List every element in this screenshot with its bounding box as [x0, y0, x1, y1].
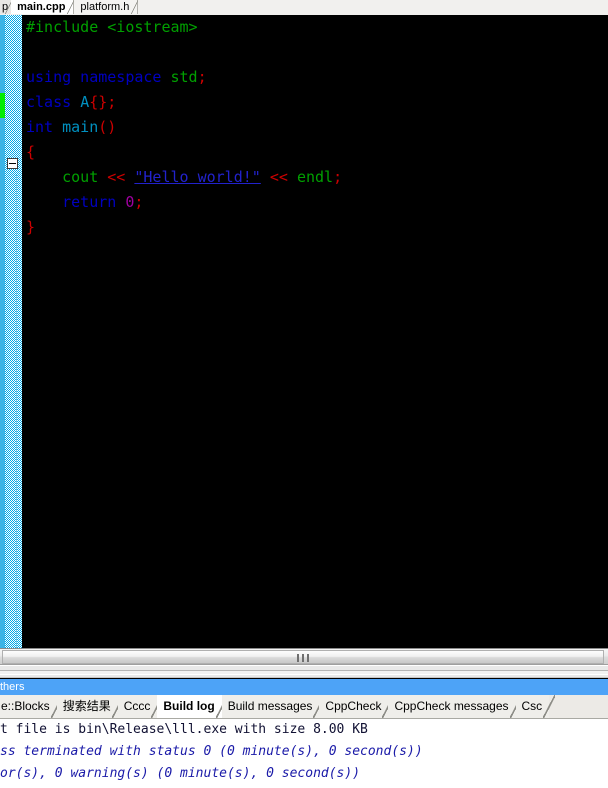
log-tab-6[interactable]: CppCheck messages: [388, 695, 522, 718]
log-tab-0[interactable]: e::Blocks: [0, 695, 63, 718]
gutter-fold-line: [16, 175, 17, 648]
build-log-line: or(s), 0 warning(s) (0 minute(s), 0 seco…: [0, 766, 361, 781]
log-tab-4[interactable]: Build messages: [221, 695, 326, 718]
editor-tab-platform-h[interactable]: platform.h: [74, 0, 139, 14]
code-token: }: [26, 218, 36, 236]
scrollbar-thumb[interactable]: [2, 650, 604, 664]
build-log-panel[interactable]: http://bl og. csdn. net/absudra t file i…: [0, 719, 608, 788]
code-token: {}: [89, 93, 108, 111]
editor-tab-p[interactable]: p: [0, 0, 13, 14]
code-token: main: [62, 118, 99, 136]
fold-collapse-icon[interactable]: [7, 158, 18, 169]
code-token: A: [80, 93, 90, 111]
editor-gutter-margin[interactable]: [5, 15, 22, 648]
code-line: class A{};: [22, 90, 608, 115]
build-log-lines: t file is bin\Release\lll.exe with size …: [0, 719, 608, 785]
code-token: ;: [197, 68, 207, 86]
code-token: (): [98, 118, 117, 136]
log-tab-2[interactable]: Cccc: [117, 695, 164, 718]
log-selection-row[interactable]: thers: [0, 679, 608, 695]
code-line: }: [22, 215, 608, 240]
panel-splitter-groove: [0, 670, 608, 675]
code-token: ;: [134, 193, 144, 211]
code-line: #include <iostream>: [22, 15, 608, 40]
code-line: int main(): [22, 115, 608, 140]
code-token: return: [62, 193, 126, 211]
log-tab-5[interactable]: CppCheck: [319, 695, 395, 718]
editor-tab-main-cpp[interactable]: main.cpp: [11, 0, 75, 14]
code-token: "Hello world!": [134, 168, 261, 186]
code-token: ;: [107, 93, 117, 111]
code-token: using namespace: [26, 68, 171, 86]
code-token: class: [26, 93, 81, 111]
code-token: std: [170, 68, 198, 86]
log-tab-1[interactable]: 搜索结果: [56, 695, 124, 718]
build-log-line: ss terminated with status 0 (0 minute(s)…: [0, 744, 423, 759]
log-tab-7[interactable]: Csc: [515, 695, 555, 718]
code-line: return 0;: [22, 190, 608, 215]
code-token: ;: [333, 168, 343, 186]
log-tab-strip[interactable]: e::Blocks 搜索结果 Cccc Build log Build messages…: [0, 695, 608, 719]
panel-splitter[interactable]: [0, 665, 608, 678]
code-line: using namespace std;: [22, 65, 608, 90]
code-token: <<: [260, 168, 297, 186]
code-token: cout: [62, 168, 108, 186]
code-token: #include <iostream>: [26, 18, 198, 36]
code-editor[interactable]: #include <iostream> using namespace std;…: [0, 15, 608, 648]
fold-minus-glyph: [9, 163, 16, 164]
code-line: cout << "Hello world!" << endl;: [22, 165, 608, 190]
build-log-line: t file is bin\Release\lll.exe with size …: [0, 722, 368, 737]
editor-tab-strip[interactable]: p main.cpp platform.h: [0, 0, 608, 16]
code-text[interactable]: #include <iostream> using namespace std;…: [22, 15, 608, 648]
scrollbar-grip-icon: [297, 654, 309, 662]
code-line: {: [22, 140, 608, 165]
log-tab-3[interactable]: Build log: [157, 695, 229, 718]
code-token: <<: [107, 168, 135, 186]
code-token: int: [26, 118, 63, 136]
code-token: endl: [296, 168, 334, 186]
code-token: {: [26, 143, 36, 161]
editor-horizontal-scrollbar[interactable]: [0, 648, 608, 665]
